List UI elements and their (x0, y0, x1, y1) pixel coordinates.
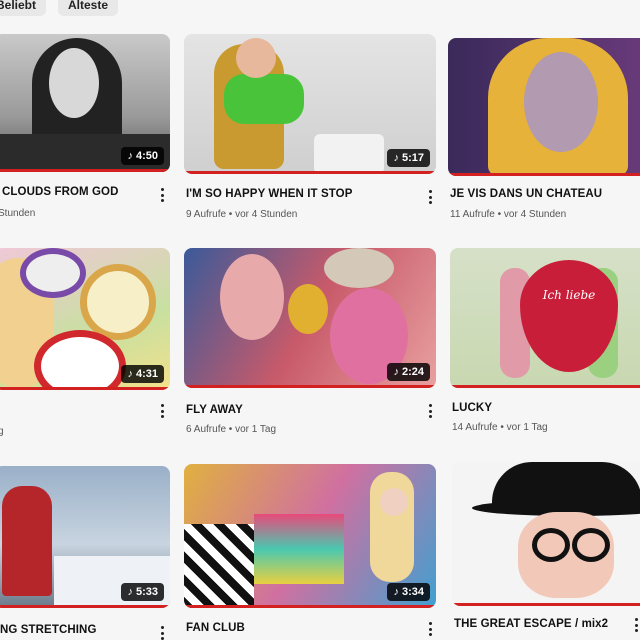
video-meta: Stunden (0, 208, 36, 219)
video-meta: g (0, 426, 4, 437)
duration-text: 5:33 (135, 586, 158, 598)
more-vert-icon[interactable] (160, 188, 164, 202)
duration-badge: ♪ 5:33 (121, 583, 164, 601)
video-title[interactable]: THE GREAT ESCAPE / mix2 (454, 618, 608, 630)
duration-badge: ♪ 3:34 (387, 583, 430, 601)
music-note-icon: ♪ (393, 586, 399, 598)
video-meta: 14 Aufrufe • vor 1 Tag (452, 422, 548, 433)
duration-text: 4:50 (135, 150, 158, 162)
video-thumbnail[interactable]: ♪ 5:17 (184, 34, 436, 174)
video-thumbnail[interactable]: ♪ 4:50 (0, 34, 170, 172)
video-title[interactable]: LUCKY (452, 402, 492, 414)
filter-chip-popular[interactable]: Beliebt (0, 0, 47, 16)
duration-badge: ♪ 4:31 (121, 365, 164, 383)
music-note-icon: ♪ (393, 366, 399, 378)
watch-progress-bar (452, 603, 640, 606)
video-title[interactable]: JE VIS DANS UN CHATEAU (450, 188, 602, 200)
thumbnail-text: Ich liebe (542, 288, 596, 302)
video-title[interactable]: NG STRETCHING (0, 624, 97, 636)
more-vert-icon[interactable] (428, 622, 432, 636)
duration-text: 2:24 (401, 366, 424, 378)
duration-text: 4:31 (135, 368, 158, 380)
video-meta: 9 Aufrufe • vor 4 Stunden (186, 209, 298, 220)
duration-text: 5:17 (401, 152, 424, 164)
duration-text: 3:34 (401, 586, 424, 598)
music-note-icon: ♪ (127, 586, 133, 598)
watch-progress-bar (184, 385, 436, 388)
video-thumbnail[interactable] (452, 462, 640, 606)
duration-badge: ♪ 5:17 (387, 149, 430, 167)
video-meta: 11 Aufrufe • vor 4 Stunden (450, 209, 567, 220)
video-thumbnail[interactable] (448, 38, 640, 176)
music-note-icon: ♪ (127, 150, 133, 162)
duration-badge: ♪ 2:24 (387, 363, 430, 381)
watch-progress-bar (0, 387, 170, 390)
more-vert-icon[interactable] (428, 404, 432, 418)
watch-progress-bar (0, 169, 170, 172)
watch-progress-bar (450, 385, 640, 388)
video-title[interactable]: FLY AWAY (186, 404, 243, 416)
watch-progress-bar (184, 605, 436, 608)
more-vert-icon[interactable] (428, 190, 432, 204)
video-thumbnail[interactable]: Ich liebe (450, 248, 640, 388)
video-thumbnail[interactable]: ♪ 5:33 (0, 466, 170, 608)
video-title[interactable]: FAN CLUB (186, 622, 245, 634)
filter-chip-oldest[interactable]: Älteste (58, 0, 119, 16)
video-thumbnail[interactable]: ♪ 2:24 (184, 248, 436, 388)
more-vert-icon[interactable] (160, 404, 164, 418)
watch-progress-bar (0, 605, 170, 608)
music-note-icon: ♪ (393, 152, 399, 164)
video-title[interactable]: I'M SO HAPPY WHEN IT STOP (186, 188, 352, 200)
watch-progress-bar (184, 171, 436, 174)
video-title[interactable]: CLOUDS FROM GOD (2, 186, 119, 198)
watch-progress-bar (448, 173, 640, 176)
music-note-icon: ♪ (127, 368, 133, 380)
video-thumbnail[interactable]: ♪ 4:31 (0, 248, 170, 390)
video-meta: 6 Aufrufe • vor 1 Tag (186, 424, 277, 435)
video-thumbnail[interactable]: ♪ 3:34 (184, 464, 436, 608)
duration-badge: ♪ 4:50 (121, 147, 164, 165)
more-vert-icon[interactable] (160, 626, 164, 640)
more-vert-icon[interactable] (634, 618, 638, 632)
